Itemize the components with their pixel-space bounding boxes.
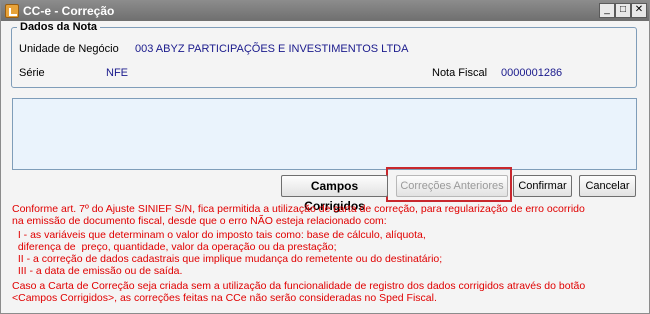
correcoes-anteriores-button[interactable]: Correções Anteriores [396, 175, 508, 197]
unidade-label: Unidade de Negócio [19, 43, 119, 55]
group-title: Dados da Nota [17, 21, 101, 33]
notice-line-6: III - a data de emissão ou de saída. [12, 265, 183, 277]
close-button[interactable]: ✕ [631, 3, 647, 18]
serie-label: Série [19, 67, 45, 79]
confirmar-button[interactable]: Confirmar [513, 175, 572, 197]
app-icon [5, 4, 19, 18]
minimize-button[interactable]: _ [599, 3, 615, 18]
notice-line-3: I - as variáveis que determinam o valor … [12, 229, 426, 241]
notice-line-1: Conforme art. 7º do Ajuste SINIEF S/N, f… [12, 203, 585, 215]
title-bar[interactable]: CC-e - Correção _ □ ✕ [1, 1, 649, 21]
serie-value: NFE [106, 67, 128, 79]
cancelar-button[interactable]: Cancelar [579, 175, 636, 197]
notice-line-5: II - a correção de dados cadastrais que … [12, 253, 443, 265]
notice-line-2: na emissão de documento fiscal, desde qu… [12, 215, 387, 227]
window-title: CC-e - Correção [23, 4, 115, 18]
campos-corrigidos-button[interactable]: Campos Corrigidos [281, 175, 388, 213]
nota-fiscal-label: Nota Fiscal [432, 67, 488, 79]
nota-fiscal-value: 0000001286 [501, 67, 563, 79]
correction-text-area[interactable] [12, 98, 637, 170]
notice-line-4: diferença de preço, quantidade, valor da… [12, 241, 337, 253]
maximize-button[interactable]: □ [615, 3, 631, 18]
notice-line-7: Caso a Carta de Correção seja criada sem… [12, 280, 586, 292]
unidade-value: 003 ABYZ PARTICIPAÇÕES E INVESTIMENTOS L… [135, 43, 409, 55]
notice-line-8: <Campos Corrigidos>, as correções feitas… [12, 292, 437, 304]
